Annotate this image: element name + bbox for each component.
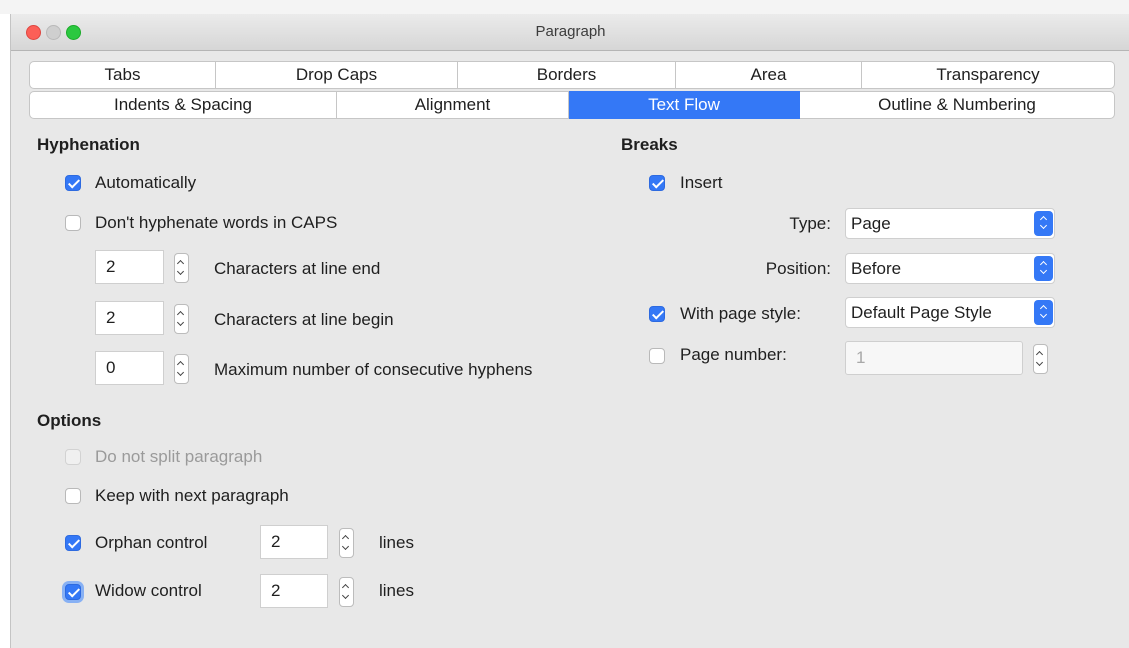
widow-lines-input[interactable]: 2 (260, 574, 328, 608)
keep-with-next-checkbox[interactable] (65, 488, 81, 504)
select-arrows-icon (1034, 211, 1053, 236)
tab-row-2: Indents & Spacing Alignment Text Flow Ou… (29, 91, 1115, 119)
chars-line-begin-stepper[interactable] (174, 304, 189, 334)
dont-hyphenate-caps-checkbox[interactable] (65, 215, 81, 231)
do-not-split-label: Do not split paragraph (95, 447, 263, 466)
page-style-select[interactable]: Default Page Style (845, 297, 1055, 328)
tab-area[interactable]: Area (676, 61, 862, 89)
insert-break-label: Insert (680, 173, 723, 192)
tab-indents-spacing[interactable]: Indents & Spacing (29, 91, 337, 119)
tab-drop-caps[interactable]: Drop Caps (216, 61, 458, 89)
break-type-label: Type: (789, 214, 831, 233)
orphan-lines-input[interactable]: 2 (260, 525, 328, 559)
widow-lines-unit: lines (379, 581, 414, 600)
max-hyphens-stepper[interactable] (174, 354, 189, 384)
tab-borders[interactable]: Borders (458, 61, 676, 89)
tab-transparency[interactable]: Transparency (862, 61, 1115, 89)
tab-row-1: Tabs Drop Caps Borders Area Transparency (29, 61, 1115, 89)
insert-break-checkbox[interactable] (649, 175, 665, 191)
chars-line-begin-input[interactable]: 2 (95, 301, 164, 335)
break-type-select[interactable]: Page (845, 208, 1055, 239)
window-title: Paragraph (535, 23, 606, 40)
orphan-lines-stepper[interactable] (339, 528, 354, 558)
automatically-checkbox[interactable] (65, 175, 81, 191)
break-position-label: Position: (765, 259, 831, 278)
break-type-value: Page (851, 214, 891, 233)
break-position-value: Before (851, 259, 902, 278)
tab-tabs[interactable]: Tabs (29, 61, 216, 89)
orphan-lines-unit: lines (379, 533, 414, 552)
dont-hyphenate-caps-label: Don't hyphenate words in CAPS (95, 213, 338, 232)
select-arrows-icon (1034, 256, 1053, 281)
with-page-style-checkbox[interactable] (649, 306, 665, 322)
max-hyphens-label: Maximum number of consecutive hyphens (214, 360, 533, 379)
tab-alignment[interactable]: Alignment (337, 91, 569, 119)
chars-line-end-stepper[interactable] (174, 253, 189, 283)
tab-outline-numbering[interactable]: Outline & Numbering (800, 91, 1115, 119)
select-arrows-icon (1034, 300, 1053, 325)
page-style-value: Default Page Style (851, 303, 992, 322)
keep-with-next-label: Keep with next paragraph (95, 486, 289, 505)
automatically-label: Automatically (95, 173, 197, 192)
orphan-control-label: Orphan control (95, 533, 208, 552)
break-position-select[interactable]: Before (845, 253, 1055, 284)
breaks-heading: Breaks (621, 135, 678, 154)
with-page-style-label: With page style: (680, 304, 801, 323)
chars-line-end-input[interactable]: 2 (95, 250, 164, 284)
widow-control-checkbox[interactable] (65, 584, 81, 600)
page-number-label: Page number: (680, 345, 787, 364)
page-number-stepper[interactable] (1033, 344, 1048, 374)
tab-text-flow[interactable]: Text Flow (569, 91, 800, 119)
max-hyphens-input[interactable]: 0 (95, 351, 164, 385)
widow-control-label: Widow control (95, 581, 202, 600)
paragraph-dialog: Paragraph Tabs Drop Caps Borders Area Tr… (10, 14, 1129, 648)
widow-lines-stepper[interactable] (339, 577, 354, 607)
chars-line-begin-label: Characters at line begin (214, 310, 394, 329)
chars-line-end-label: Characters at line end (214, 259, 381, 278)
options-heading: Options (37, 411, 102, 430)
page-number-input[interactable]: 1 (845, 341, 1023, 375)
do-not-split-checkbox[interactable] (65, 449, 81, 465)
title-bar: Paragraph (11, 14, 1129, 51)
background-app-strip (0, 0, 1129, 14)
page-number-checkbox[interactable] (649, 348, 665, 364)
orphan-control-checkbox[interactable] (65, 535, 81, 551)
hyphenation-heading: Hyphenation (37, 135, 140, 154)
